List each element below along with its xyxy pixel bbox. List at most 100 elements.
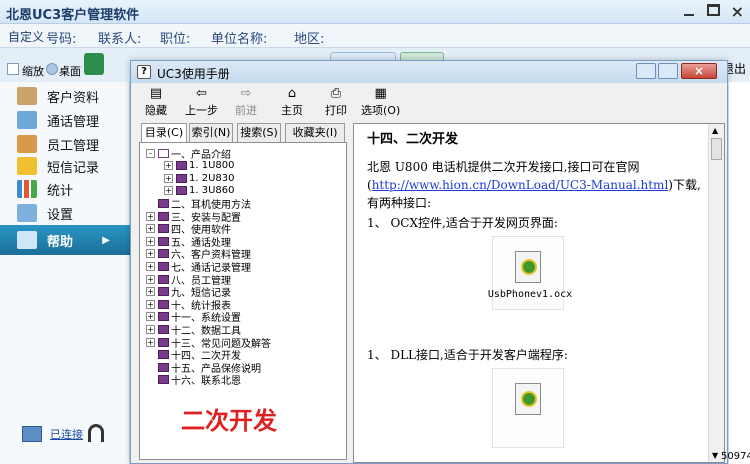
zoom-label: 缩放 xyxy=(22,65,44,78)
sidebar-item-help[interactable]: 帮助 ▶ xyxy=(0,225,130,255)
settings-icon xyxy=(17,204,37,222)
expand-icon[interactable]: + xyxy=(146,211,155,221)
ocx-file-icon[interactable]: UsbPhonev1.ocx xyxy=(488,236,572,310)
tab-contents[interactable]: 目录(C) xyxy=(141,123,187,143)
back-button[interactable]: ⇦ 上一步 xyxy=(185,87,218,118)
sidebar-item-sms[interactable]: 短信记录 xyxy=(0,154,130,178)
search-bar: 自定义 号码: 联系人: 职位: 单位名称: 地区: xyxy=(0,24,750,48)
sidebar-item-settings[interactable]: 设置 xyxy=(0,201,130,225)
expand-icon[interactable]: + xyxy=(164,186,173,196)
help-maximize-icon[interactable] xyxy=(658,63,678,79)
options-button[interactable]: ▦ 选项(O) xyxy=(361,87,400,118)
expand-icon[interactable]: + xyxy=(146,274,155,284)
book-icon xyxy=(158,324,169,334)
tree-item[interactable]: 十六、联系北恩 xyxy=(146,374,241,388)
print-button[interactable]: ⎙ 打印 xyxy=(325,87,347,118)
expand-icon[interactable]: + xyxy=(164,161,173,171)
company-field-label: 单位名称: xyxy=(211,32,268,47)
expand-icon[interactable]: + xyxy=(164,173,173,183)
connection-status-label[interactable]: 已连接 xyxy=(50,426,83,442)
maximize-icon[interactable] xyxy=(707,4,720,16)
desktop-label: 桌面 xyxy=(59,65,81,78)
dll-file-icon[interactable] xyxy=(492,368,564,448)
sidebar-item-label: 统计 xyxy=(47,183,74,199)
customize-label[interactable]: 自定义 xyxy=(8,28,44,45)
help-minimize-icon[interactable] xyxy=(636,63,656,79)
sidebar-item-stats[interactable]: 统计 xyxy=(0,177,130,201)
help-icon xyxy=(17,231,37,249)
help-tabs: 目录(C) 索引(N) 搜索(S) 收藏夹(I) xyxy=(141,123,351,143)
scroll-up-icon[interactable]: ▲ xyxy=(712,126,718,135)
region-field-label: 地区: xyxy=(294,32,325,47)
tree-item[interactable]: +1. 2U830 xyxy=(164,172,235,184)
hide-button[interactable]: ▤ 隐藏 xyxy=(145,87,167,118)
expand-icon[interactable]: + xyxy=(146,236,155,246)
home-button[interactable]: ⌂ 主页 xyxy=(281,87,303,118)
book-icon xyxy=(158,261,169,271)
sidebar-item-label: 帮助 xyxy=(47,234,74,250)
background-panel-edge: 50974 xyxy=(721,82,750,464)
submenu-arrow-icon: ▶ xyxy=(102,234,110,246)
gear-icon xyxy=(521,391,537,407)
tree-item-label: 1. 1U800 xyxy=(189,160,235,172)
book-icon xyxy=(158,224,169,234)
desktop-checkbox[interactable] xyxy=(46,63,58,75)
connection-status: 已连接 xyxy=(22,422,112,452)
tree-item[interactable]: +1. 1U800 xyxy=(164,160,235,172)
book-icon xyxy=(158,211,169,221)
sidebar-item-contacts[interactable]: 客户资料 xyxy=(0,84,130,108)
tab-favorites[interactable]: 收藏夹(I) xyxy=(285,123,345,143)
sidebar-item-label: 短信记录 xyxy=(47,160,100,176)
content-intro: 北恩 U800 电话机提供二次开发接口,接口可在官网(http://www.hi… xyxy=(367,158,707,212)
options-icon: ▦ xyxy=(374,86,387,101)
download-link[interactable]: http://www.hion.cn/DownLoad/UC3-Manual.h… xyxy=(372,178,669,192)
book-icon xyxy=(158,375,169,385)
content-item-ocx: 1、 OCX控件,适合于开发网页界面: xyxy=(367,216,558,230)
home-icon: ⌂ xyxy=(287,86,297,101)
tab-search[interactable]: 搜索(S) xyxy=(237,123,281,143)
staff-icon xyxy=(17,135,37,153)
book-icon xyxy=(158,249,169,259)
book-icon xyxy=(176,161,187,171)
ocx-file-name: UsbPhonev1.ocx xyxy=(487,289,573,300)
print-label: 打印 xyxy=(325,104,347,117)
expand-icon[interactable]: + xyxy=(146,224,155,234)
close-icon[interactable]: × xyxy=(731,2,744,21)
scroll-down-icon[interactable]: ▼ xyxy=(712,451,718,460)
minimize-icon[interactable] xyxy=(682,4,696,18)
tab-index[interactable]: 索引(N) xyxy=(189,123,233,143)
help-manual-window: ? UC3使用手册 × ▤ 隐藏 ⇦ 上一步 ⇨ 前进 ⌂ 主页 ⎙ 打印 ▦ … xyxy=(130,60,728,464)
zoom-checkbox[interactable] xyxy=(7,63,19,75)
sidebar-item-label: 员工管理 xyxy=(47,138,100,154)
sms-icon xyxy=(17,157,37,175)
sidebar-item-staff[interactable]: 员工管理 xyxy=(0,132,130,156)
expand-icon[interactable]: + xyxy=(146,337,155,347)
expand-icon[interactable]: + xyxy=(146,287,155,297)
forward-arrow-icon: ⇨ xyxy=(240,86,252,101)
help-content-pane: 十四、二次开发 北恩 U800 电话机提供二次开发接口,接口可在官网(http:… xyxy=(353,123,725,463)
expand-icon[interactable]: + xyxy=(146,324,155,334)
tree-item-label: 十六、联系北恩 xyxy=(171,376,241,388)
expand-icon[interactable]: + xyxy=(146,312,155,322)
content-scrollbar[interactable]: ▲ ▼ xyxy=(708,124,724,462)
tree-item-label: 一、产品介绍 xyxy=(171,149,231,161)
scrollbar-thumb[interactable] xyxy=(711,138,722,160)
sidebar-item-calls[interactable]: 通话管理 xyxy=(0,108,130,132)
app-title-bar: 北恩UC3客户管理软件 × xyxy=(0,0,750,24)
book-icon xyxy=(176,186,187,196)
expand-icon[interactable]: + xyxy=(146,299,155,309)
help-close-icon[interactable]: × xyxy=(681,63,717,79)
sidebar-item-label: 客户资料 xyxy=(47,90,100,106)
expand-icon[interactable]: + xyxy=(146,249,155,259)
expand-icon[interactable]: + xyxy=(146,261,155,271)
sidebar: 客户资料 通话管理 员工管理 短信记录 统计 设置 帮助 ▶ 已连接 xyxy=(0,82,130,464)
hide-label: 隐藏 xyxy=(145,104,167,117)
call-icon xyxy=(17,111,37,129)
forward-button[interactable]: ⇨ 前进 xyxy=(235,87,257,118)
book-icon xyxy=(158,148,169,158)
tree-item[interactable]: - 一、产品介绍 xyxy=(146,147,231,161)
collapse-icon[interactable]: - xyxy=(146,148,155,158)
book-icon xyxy=(158,198,169,208)
gear-icon xyxy=(521,259,537,275)
sidebar-item-label: 通话管理 xyxy=(47,114,100,130)
